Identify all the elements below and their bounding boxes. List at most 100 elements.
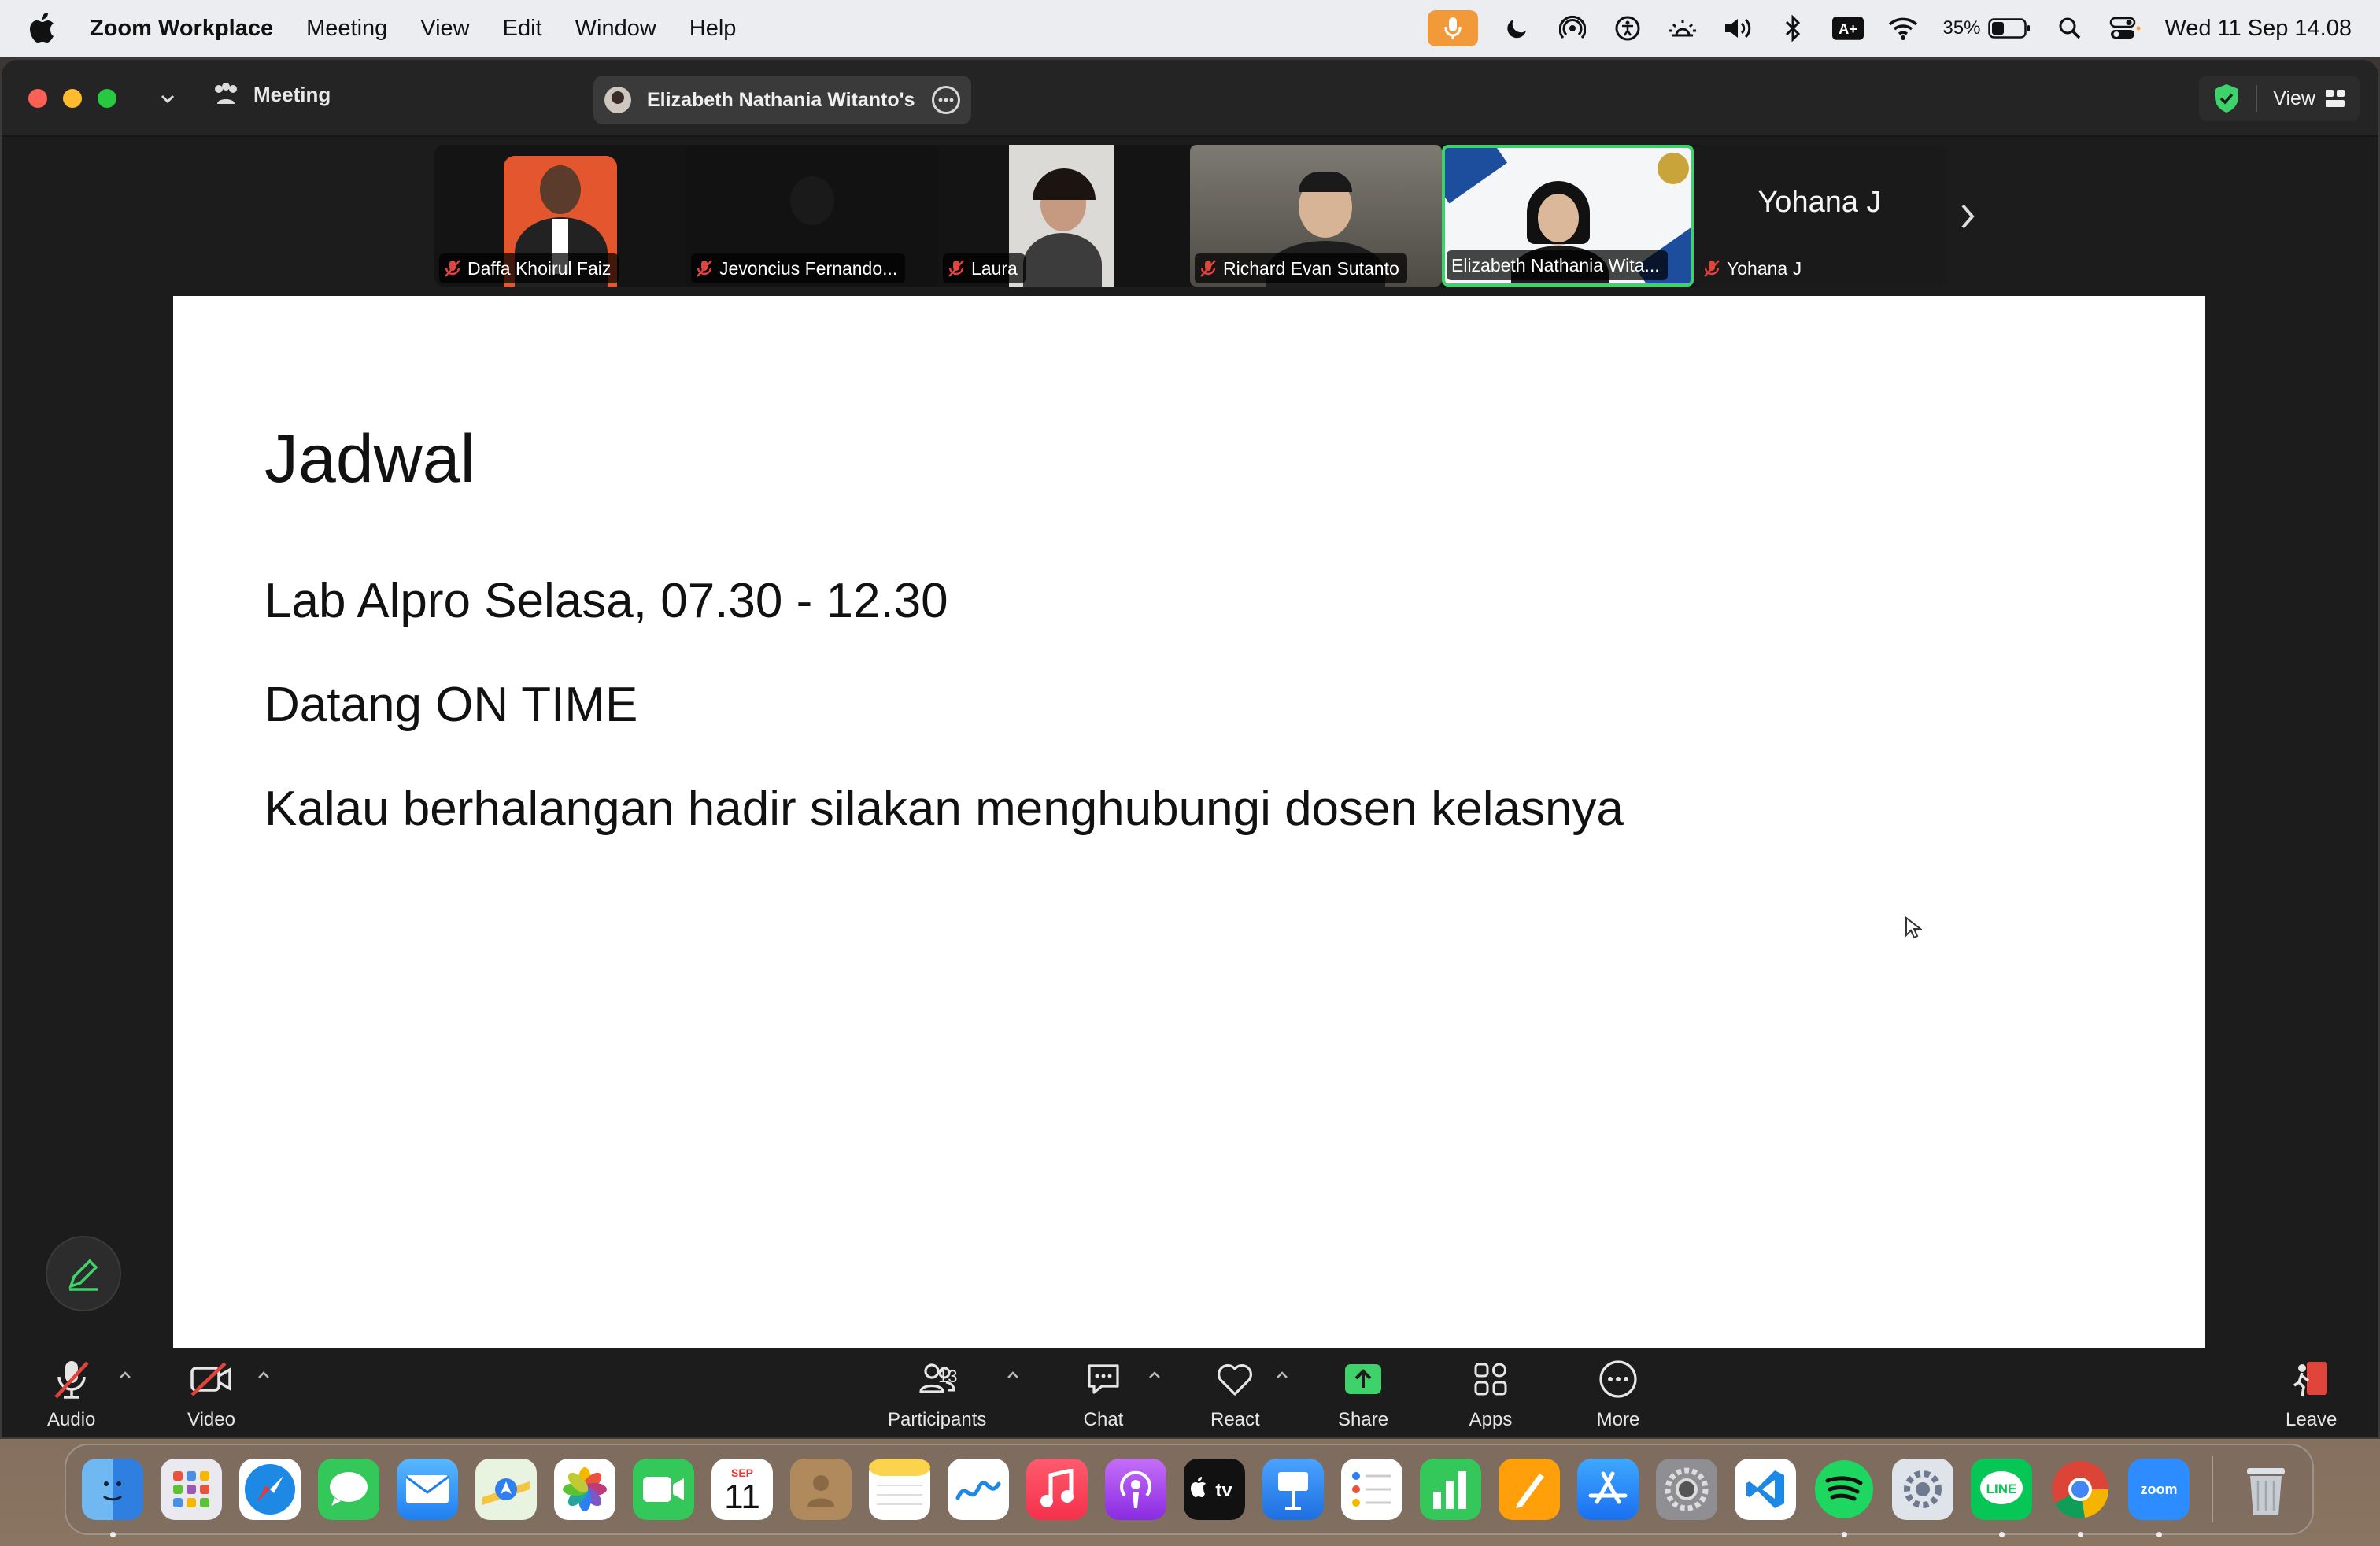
utility-gear-icon[interactable] [1892, 1459, 1953, 1520]
apps-icon [1469, 1357, 1513, 1401]
participant-tile-active-speaker[interactable]: Elizabeth Nathania Wita... [1442, 145, 1694, 287]
launchpad-icon[interactable] [161, 1459, 222, 1520]
more-icon [1596, 1357, 1640, 1401]
menu-window[interactable]: Window [575, 16, 656, 42]
pages-icon[interactable] [1499, 1459, 1560, 1520]
volume-icon[interactable] [1722, 13, 1754, 44]
fullscreen-window-button[interactable] [98, 89, 116, 108]
participant-tile[interactable]: Yohana J Yohana J [1694, 145, 1946, 287]
trash-icon[interactable] [2235, 1459, 2297, 1520]
messages-icon[interactable] [318, 1459, 379, 1520]
dock-divider [2212, 1456, 2213, 1522]
muted-mic-icon [50, 1357, 94, 1401]
freeform-icon[interactable] [948, 1459, 1009, 1520]
maps-icon[interactable] [475, 1459, 537, 1520]
share-label: Share [1338, 1409, 1389, 1430]
apps-button[interactable]: Apps [1469, 1357, 1513, 1431]
calendar-icon[interactable]: SEP 11 [711, 1459, 773, 1520]
participant-tile[interactable]: Jevoncius Fernando... [686, 145, 938, 287]
muted-mic-icon [697, 260, 712, 277]
menu-meeting[interactable]: Meeting [306, 16, 387, 42]
keyboard-icon[interactable]: A+ [1832, 13, 1864, 44]
running-indicator [2156, 1532, 2162, 1537]
app-menu-zoom[interactable]: Zoom Workplace [90, 16, 273, 42]
chat-options-chevron-icon[interactable] [1146, 1367, 1163, 1384]
audio-options-chevron-icon[interactable] [116, 1367, 134, 1384]
participant-tile[interactable]: Laura [938, 145, 1190, 287]
participants-count: 13 [938, 1367, 958, 1386]
participant-tile[interactable]: Richard Evan Sutanto [1190, 145, 1442, 287]
apple-tv-icon[interactable]: tv [1184, 1459, 1245, 1520]
photos-icon[interactable] [554, 1459, 615, 1520]
line-icon[interactable]: LINE [1971, 1459, 2032, 1537]
meeting-info-icon [215, 83, 237, 104]
participant-display-name: Yohana J [1757, 186, 1882, 219]
view-button[interactable]: View [2273, 87, 2345, 110]
minimize-window-button[interactable] [63, 89, 82, 108]
menu-view[interactable]: View [420, 16, 469, 42]
participant-tile[interactable]: Daffa Khoirul Faiz [434, 145, 686, 287]
meeting-info-button[interactable]: Meeting [213, 82, 331, 107]
leave-meeting-button[interactable]: Leave [2286, 1357, 2337, 1431]
video-options-chevron-icon[interactable] [255, 1367, 272, 1384]
running-indicator [1999, 1532, 2005, 1537]
meeting-toolbar: Audio Video 13 Participants Chat React S… [2, 1351, 2378, 1437]
keynote-icon[interactable] [1262, 1459, 1324, 1520]
zoom-icon[interactable]: zoom [2128, 1459, 2190, 1537]
accessibility-icon[interactable] [1612, 13, 1643, 44]
chevron-right-icon[interactable] [1952, 197, 1983, 236]
reminders-icon[interactable] [1341, 1459, 1402, 1520]
apple-menu-icon[interactable] [28, 13, 60, 44]
brightness-icon[interactable] [1667, 13, 1698, 44]
audio-button[interactable]: Audio [47, 1357, 95, 1431]
contacts-icon[interactable] [790, 1459, 852, 1520]
participants-options-chevron-icon[interactable] [1004, 1367, 1022, 1384]
share-screen-button[interactable]: Share [1338, 1357, 1388, 1431]
react-options-chevron-icon[interactable] [1273, 1367, 1291, 1384]
leave-icon [2289, 1357, 2334, 1401]
app-store-icon[interactable] [1577, 1459, 1639, 1520]
slide-text-line: Lab Alpro Selasa, 07.30 - 12.30 [264, 574, 948, 628]
participant-name: Richard Evan Sutanto [1223, 257, 1399, 279]
microphone-icon[interactable] [1428, 10, 1479, 46]
muted-mic-icon [1200, 260, 1216, 277]
safari-icon[interactable] [239, 1459, 301, 1520]
participant-name-tag: Elizabeth Nathania Wita... [1447, 250, 1668, 280]
participant-name: Daffa Khoirul Faiz [468, 257, 612, 279]
video-button[interactable]: Video [187, 1357, 235, 1431]
battery-status[interactable]: 35% [1942, 17, 2031, 39]
react-button[interactable]: React [1210, 1357, 1260, 1431]
music-icon[interactable] [1026, 1459, 1088, 1520]
mouse-cursor-icon [1905, 915, 1923, 940]
running-indicator [110, 1532, 116, 1537]
facetime-icon[interactable] [633, 1459, 694, 1520]
menu-clock[interactable]: Wed 11 Sep 14.08 [2164, 16, 2352, 42]
share-options-icon[interactable] [932, 86, 960, 114]
system-settings-icon[interactable] [1656, 1459, 1717, 1520]
participants-button[interactable]: 13 Participants [888, 1357, 986, 1431]
more-button[interactable]: More [1596, 1357, 1640, 1431]
chrome-icon[interactable] [2049, 1459, 2111, 1537]
grid-view-icon [2326, 90, 2345, 107]
menu-edit[interactable]: Edit [503, 16, 542, 42]
vscode-icon[interactable] [1735, 1459, 1796, 1520]
mail-icon[interactable] [397, 1459, 458, 1520]
control-center-icon[interactable] [2109, 13, 2141, 44]
screen-share-indicator[interactable]: Elizabeth Nathania Witanto's [593, 76, 971, 124]
bluetooth-icon[interactable] [1777, 13, 1809, 44]
chat-button[interactable]: Chat [1081, 1357, 1125, 1431]
close-window-button[interactable] [28, 89, 47, 108]
spotify-icon[interactable] [1813, 1459, 1875, 1537]
chevron-down-icon[interactable] [156, 87, 179, 110]
security-shield-icon[interactable] [2213, 83, 2240, 113]
podcasts-icon[interactable] [1105, 1459, 1166, 1520]
numbers-icon[interactable] [1420, 1459, 1481, 1520]
notes-icon[interactable] [869, 1459, 930, 1520]
annotate-pencil-button[interactable] [46, 1236, 121, 1311]
wifi-icon[interactable] [1887, 13, 1919, 44]
menu-help[interactable]: Help [689, 16, 737, 42]
search-icon[interactable] [2054, 13, 2086, 44]
moon-icon[interactable] [1502, 13, 1533, 44]
finder-icon[interactable] [82, 1459, 143, 1537]
airdrop-icon[interactable] [1557, 13, 1588, 44]
